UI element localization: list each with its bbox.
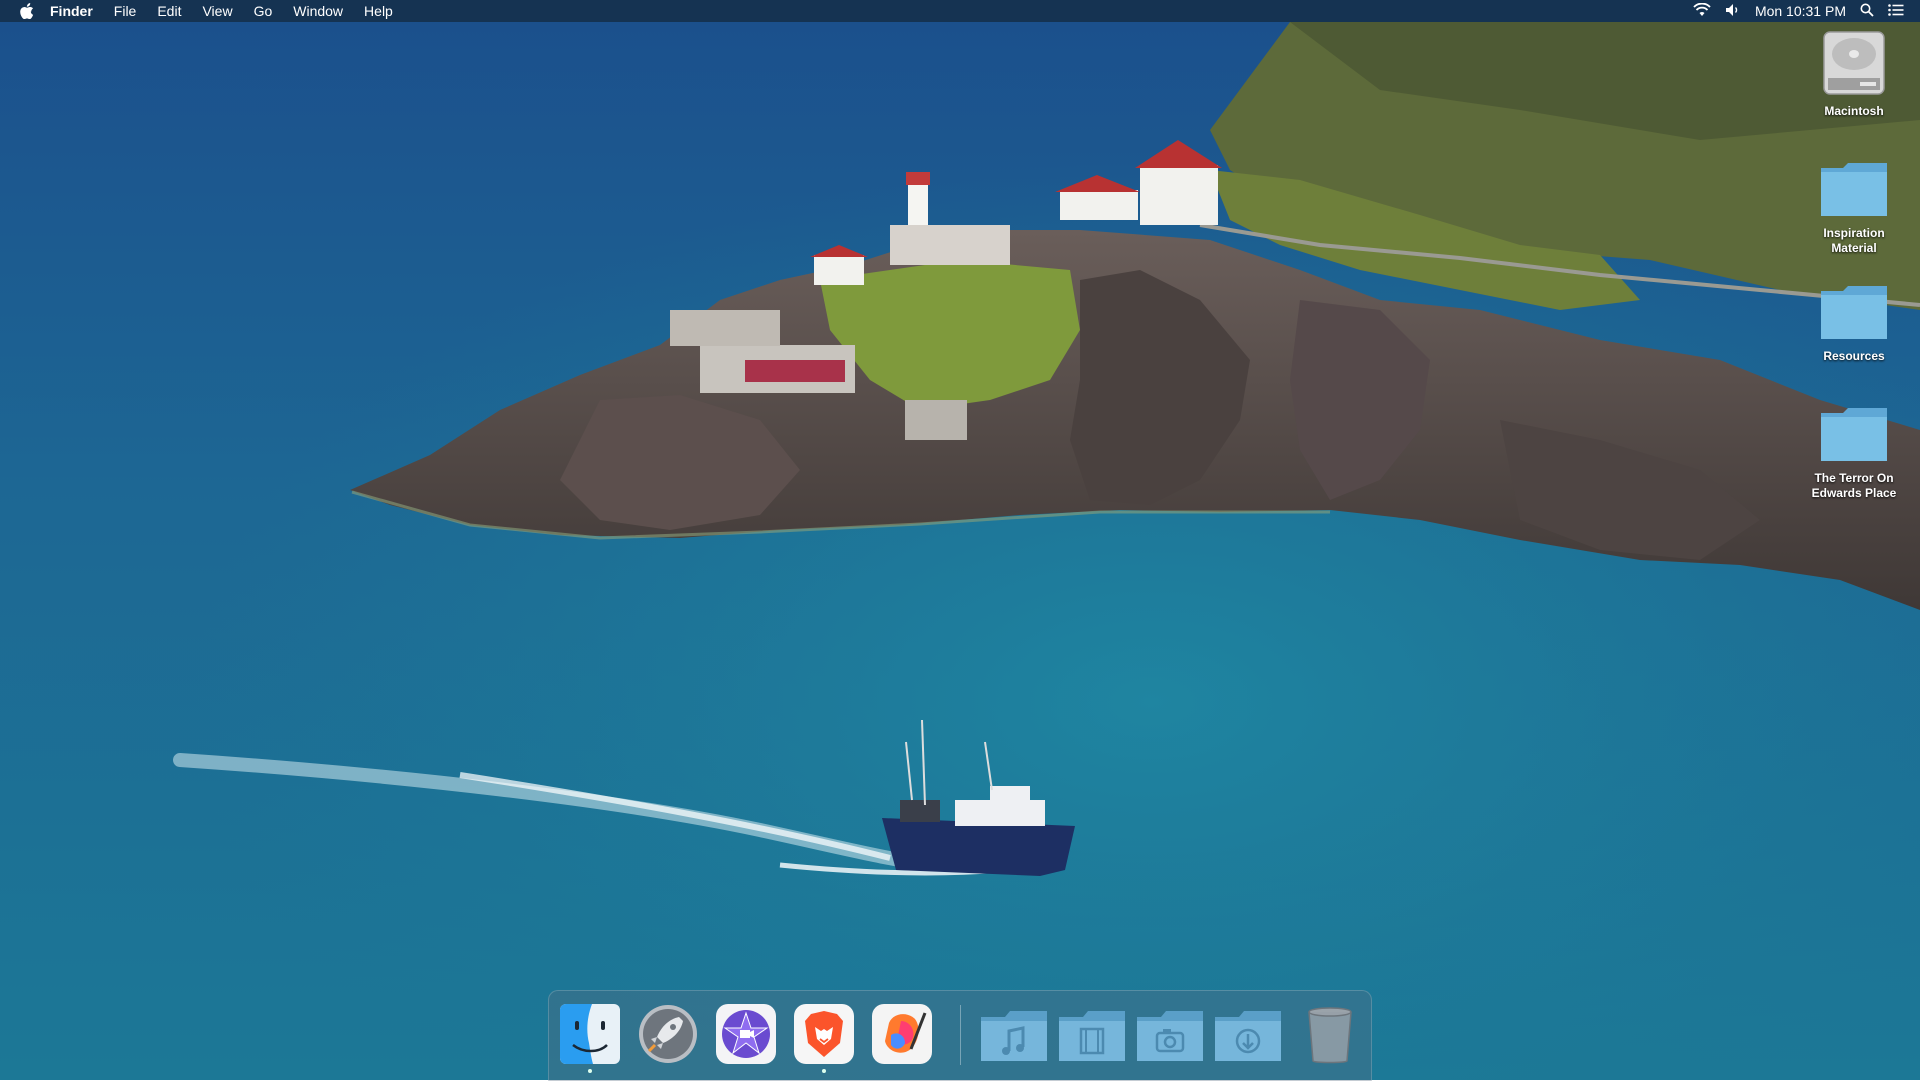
folder-icon xyxy=(1799,160,1909,222)
spotlight-icon[interactable] xyxy=(1860,3,1874,20)
desktop-wallpaper xyxy=(0,0,1920,1080)
menu-go[interactable]: Go xyxy=(254,0,273,22)
pictures-folder-icon xyxy=(1135,1003,1203,1065)
desktop-icon-macintosh[interactable]: Macintosh xyxy=(1799,30,1909,119)
movies-folder-icon xyxy=(1057,1003,1125,1065)
dock-pixelmator[interactable] xyxy=(871,1003,933,1065)
menu-file[interactable]: File xyxy=(114,0,137,22)
folder-icon xyxy=(1799,283,1909,345)
menu-edit[interactable]: Edit xyxy=(157,0,181,22)
wifi-icon[interactable] xyxy=(1693,2,1711,20)
dock-brave[interactable] xyxy=(793,1003,855,1073)
menu-view[interactable]: View xyxy=(202,0,232,22)
downloads-folder-icon xyxy=(1213,1003,1281,1065)
desktop-icon-resources[interactable]: Resources xyxy=(1799,283,1909,364)
dock-imovie[interactable] xyxy=(715,1003,777,1065)
launchpad-rocket-icon xyxy=(637,1003,699,1065)
running-indicator xyxy=(822,1069,826,1073)
pixelmator-icon xyxy=(871,1003,933,1065)
hard-drive-icon xyxy=(1799,30,1909,100)
dock-stack-pictures[interactable] xyxy=(1135,1003,1203,1065)
imovie-star-icon xyxy=(715,1003,777,1065)
apple-icon[interactable] xyxy=(20,3,34,20)
status-area: Mon 10:31 PM xyxy=(1679,0,1904,22)
desktop-icon-label: Macintosh xyxy=(1824,104,1884,118)
menu-clock[interactable]: Mon 10:31 PM xyxy=(1755,3,1846,19)
dock-launchpad[interactable] xyxy=(637,1003,699,1065)
running-indicator xyxy=(588,1069,592,1073)
dock-separator xyxy=(960,1005,961,1065)
music-folder-icon xyxy=(979,1003,1047,1065)
dock-stack-downloads[interactable] xyxy=(1213,1003,1281,1065)
desktop-icon-inspiration-material[interactable]: Inspiration Material xyxy=(1799,160,1909,256)
trash-icon xyxy=(1299,1003,1361,1065)
dock xyxy=(548,990,1372,1081)
menu-bar: Finder File Edit View Go Window Help Mon… xyxy=(0,0,1920,22)
menu-window[interactable]: Window xyxy=(293,0,343,22)
desktop-icon-the-terror-on-edwards-place[interactable]: The Terror On Edwards Place xyxy=(1799,405,1909,501)
brave-lion-icon xyxy=(793,1003,855,1065)
folder-icon xyxy=(1799,405,1909,467)
menu-app-name[interactable]: Finder xyxy=(50,0,93,22)
menu-help[interactable]: Help xyxy=(364,0,393,22)
finder-icon xyxy=(559,1003,621,1065)
notification-center-icon[interactable] xyxy=(1888,3,1904,19)
dock-stack-music[interactable] xyxy=(979,1003,1047,1065)
desktop-icon-label: Inspiration Material xyxy=(1823,226,1885,255)
desktop-icon-label: The Terror On Edwards Place xyxy=(1811,471,1897,500)
dock-trash[interactable] xyxy=(1299,1003,1361,1065)
desktop-icon-label: Resources xyxy=(1823,349,1885,363)
volume-icon[interactable] xyxy=(1725,3,1741,20)
dock-stack-movies[interactable] xyxy=(1057,1003,1125,1065)
dock-finder[interactable] xyxy=(559,1003,621,1073)
